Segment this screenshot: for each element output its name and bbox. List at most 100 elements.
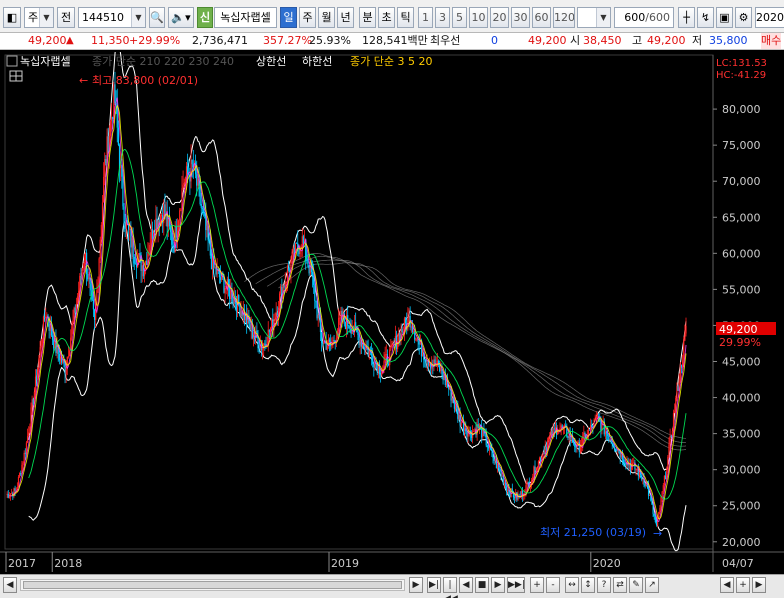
candle-body: [80, 276, 82, 278]
candle-body: [29, 426, 31, 433]
candle-body: [146, 260, 148, 265]
nav-right-icon[interactable]: ▶: [752, 577, 766, 593]
year-input[interactable]: 2020: [755, 7, 784, 28]
candle-body: [150, 228, 152, 246]
chevron-down-icon[interactable]: ▼: [596, 8, 610, 27]
scrollbar-track[interactable]: [20, 579, 405, 591]
nav-add-icon[interactable]: +: [736, 577, 750, 593]
interval-20[interactable]: 20: [490, 7, 509, 28]
candle-body: [182, 184, 184, 189]
market-select[interactable]: 주 ▼: [24, 7, 54, 28]
candle-body: [389, 349, 391, 366]
tab-day[interactable]: 일: [280, 7, 297, 28]
candle-body: [368, 350, 370, 356]
tab-month[interactable]: 월: [318, 7, 335, 28]
candle-body: [632, 462, 634, 465]
candle-icon[interactable]: ┼: [678, 7, 695, 28]
candle-body: [84, 252, 87, 262]
candle-body: [685, 325, 687, 334]
candle-body: [579, 446, 582, 452]
candle-body: [81, 270, 83, 278]
candle-body: [647, 486, 650, 496]
zoom-in-icon[interactable]: +: [530, 577, 544, 593]
count-value: 600: [624, 11, 646, 24]
tab-week[interactable]: 주: [299, 7, 316, 28]
draw-icon[interactable]: ✎: [629, 577, 643, 593]
step-back-icon[interactable]: ◀: [459, 577, 473, 593]
price-chart[interactable]: 80,00075,00070,00065,00060,00055,00050,0…: [0, 52, 784, 572]
current-price: 49,200: [28, 34, 67, 47]
tab-year[interactable]: 년: [337, 7, 354, 28]
candle-body: [78, 290, 80, 297]
trend-icon[interactable]: ↗: [645, 577, 659, 593]
swap-icon[interactable]: ⇄: [613, 577, 627, 593]
legend-box-icon[interactable]: [6, 55, 18, 67]
speaker-icon[interactable]: 🔈▾: [168, 7, 194, 28]
candle-body: [240, 310, 242, 316]
candle-body: [172, 244, 174, 247]
fit-height-icon[interactable]: ↕: [581, 577, 595, 593]
candle-body: [445, 381, 448, 385]
nav-left-icon[interactable]: ◀: [720, 577, 734, 593]
fit-width-icon[interactable]: ↔: [565, 577, 579, 593]
menu-toggle-icon[interactable]: ◧: [3, 7, 21, 28]
candle-body: [141, 265, 143, 272]
zoom-out-icon[interactable]: -: [546, 577, 560, 593]
tab-tick[interactable]: 틱: [397, 7, 414, 28]
search-icon[interactable]: 🔍: [149, 7, 165, 28]
candle-body: [425, 360, 427, 362]
count-input[interactable]: 600/600: [614, 7, 674, 28]
candle-body: [457, 408, 459, 419]
interval-5[interactable]: 5: [452, 7, 467, 28]
interval-60[interactable]: 60: [532, 7, 551, 28]
interval-120[interactable]: 120: [553, 7, 575, 28]
candle-body: [608, 435, 610, 441]
max-price-label: 최고 83,800 (02/01): [92, 74, 198, 87]
tab-second[interactable]: 초: [378, 7, 395, 28]
candle-body: [206, 225, 208, 231]
candle-body: [339, 317, 341, 319]
scroll-right-icon[interactable]: ▶: [409, 577, 423, 593]
candle-body: [292, 247, 294, 252]
candle-body: [538, 458, 541, 462]
candle-body: [51, 335, 54, 340]
volume-ratio: 357.27%: [263, 34, 312, 47]
scrollbar-thumb[interactable]: [23, 581, 402, 589]
gear-icon[interactable]: ⚙: [735, 7, 752, 28]
y-tick-label: 80,000: [722, 103, 761, 116]
navigation-bar: ◀ ▶ ▶| |◀◀ ◀ ■ ▶ ▶▶| + - ↔ ↕ ? ⇄ ✎ ↗ ◀ +…: [0, 574, 784, 598]
candle-body: [532, 476, 534, 481]
candle-body: [73, 307, 75, 321]
code-input[interactable]: 144510 ▼: [78, 7, 146, 28]
stop-icon[interactable]: ■: [475, 577, 489, 593]
candle-body: [239, 305, 241, 316]
chevron-down-icon[interactable]: ▼: [39, 8, 53, 27]
interval-custom-select[interactable]: ▼: [577, 7, 611, 28]
prev-button[interactable]: 전: [57, 7, 75, 28]
chevron-down-icon[interactable]: ▼: [131, 8, 145, 27]
candle-body: [114, 84, 116, 104]
scroll-left-icon[interactable]: ◀: [3, 577, 17, 593]
interval-10[interactable]: 10: [469, 7, 488, 28]
rewind-icon[interactable]: |◀◀: [443, 577, 458, 598]
candle-body: [184, 177, 186, 184]
tab-minute[interactable]: 분: [359, 7, 376, 28]
chart-line-icon[interactable]: ↯: [697, 7, 714, 28]
candle-body: [280, 286, 282, 294]
interval-3[interactable]: 3: [435, 7, 450, 28]
candle-body: [594, 418, 596, 420]
y-tick-label: 35,000: [722, 428, 761, 441]
help-icon[interactable]: ?: [597, 577, 611, 593]
candle-body: [92, 299, 95, 310]
go-end-icon[interactable]: ▶|: [427, 577, 441, 593]
interval-30[interactable]: 30: [511, 7, 530, 28]
save-icon[interactable]: ▣: [716, 7, 733, 28]
y-tick-label: 75,000: [722, 139, 761, 152]
candle-body: [486, 445, 488, 448]
chart-canvas[interactable]: 80,00075,00070,00065,00060,00055,00050,0…: [0, 52, 784, 572]
play-icon[interactable]: ▶: [491, 577, 505, 593]
interval-1[interactable]: 1: [418, 7, 433, 28]
candle-body: [328, 339, 331, 342]
x-axis: 2017 2018 2019 2020: [5, 552, 621, 572]
fast-forward-icon[interactable]: ▶▶|: [507, 577, 525, 593]
